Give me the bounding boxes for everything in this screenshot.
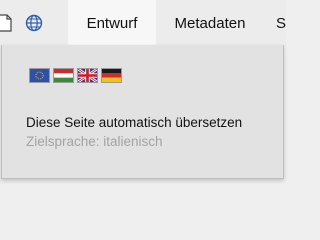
globe-icon[interactable] [25, 14, 43, 32]
tab-label: S [276, 14, 287, 32]
document-icon[interactable] [0, 14, 14, 32]
tab-entwurf[interactable]: Entwurf [68, 0, 156, 46]
target-language-label: Zielsprache: italienisch [26, 134, 163, 149]
hungary-flag-icon[interactable] [53, 68, 74, 83]
tab-metadaten[interactable]: Metadaten [160, 0, 260, 46]
germany-flag-icon[interactable] [101, 68, 122, 83]
toolbar: Entwurf Metadaten S [0, 0, 286, 46]
tab-label: Metadaten [174, 14, 246, 32]
translate-page-action[interactable]: Diese Seite automatisch übersetzen [26, 115, 242, 130]
eu-flag-icon[interactable] [29, 68, 50, 83]
language-flags [29, 68, 122, 83]
tab-partial[interactable]: S [276, 0, 296, 46]
tab-label: Entwurf [86, 14, 138, 32]
translate-popup: Diese Seite automatisch übersetzen Ziels… [1, 45, 284, 179]
uk-flag-icon[interactable] [77, 68, 98, 83]
